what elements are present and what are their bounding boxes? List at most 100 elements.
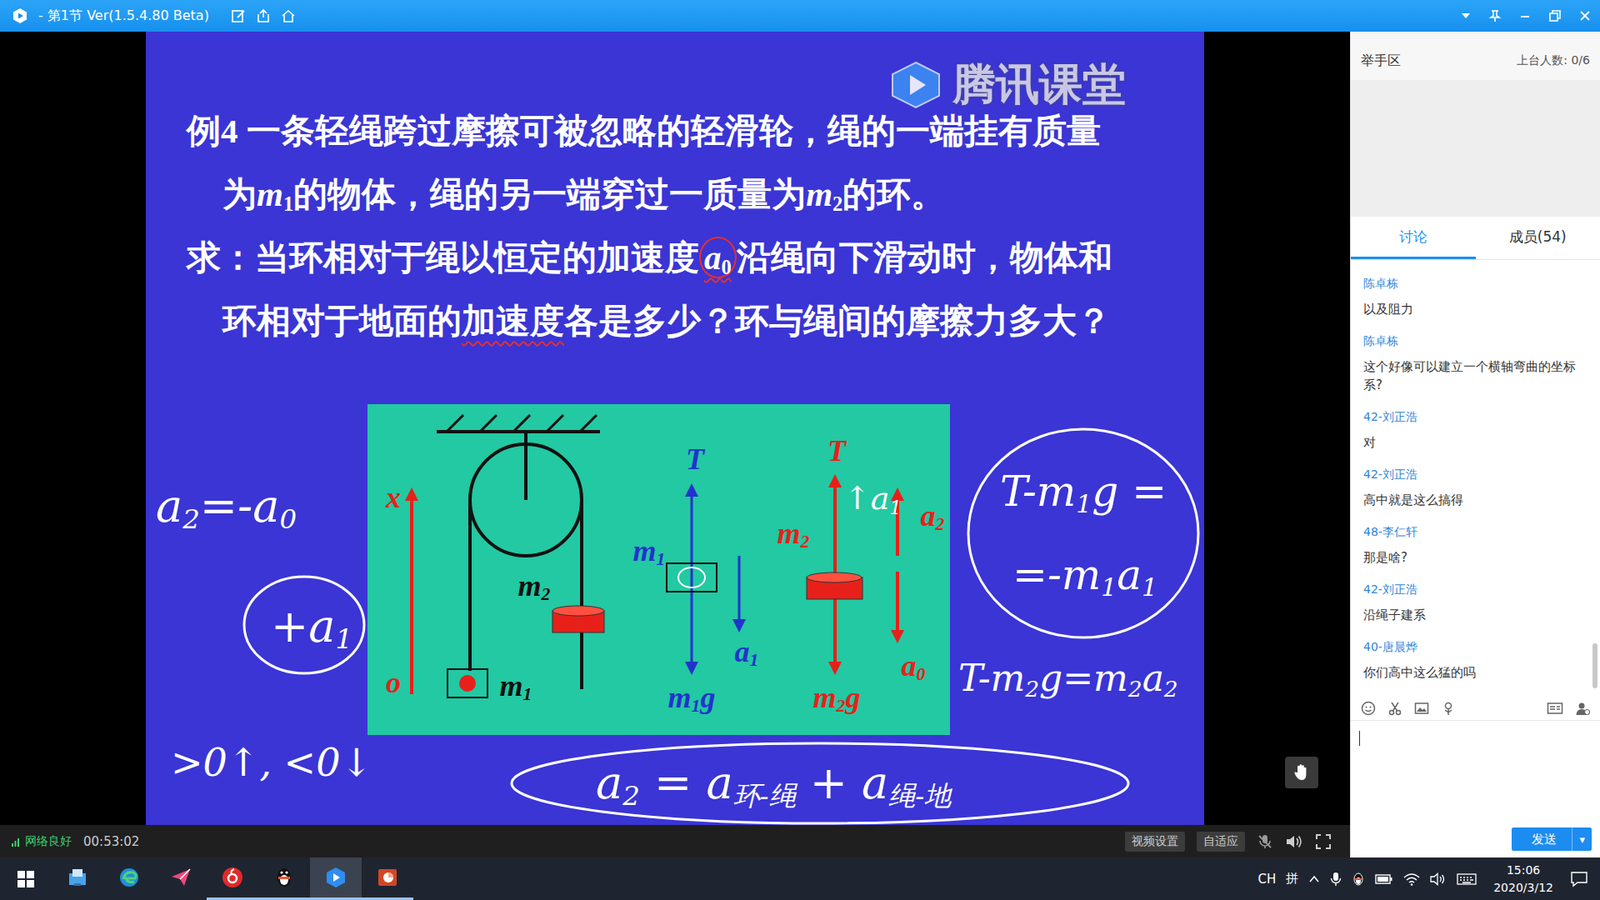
send-menu[interactable]: ▾ [1571,827,1592,851]
scissors-icon[interactable] [1387,700,1403,716]
card-icon[interactable] [1546,700,1564,716]
sender-name[interactable]: 42-刘正浩 [1363,580,1587,598]
shape [580,415,597,432]
scrollbar-thumb[interactable] [1592,643,1598,689]
netease-icon [220,865,245,890]
shape [1365,706,1368,709]
minimize-icon[interactable] [1518,9,1532,23]
keyboard-icon[interactable] [1456,872,1477,886]
flower-icon[interactable] [1440,700,1456,716]
handwritten-note: a2 = a环-绳 + a绳-地 [595,758,951,808]
label-subscript: 2 [541,584,551,605]
sender-name[interactable]: 42-刘正浩 [1363,408,1587,425]
stage-count: 上台人数: 0/6 [1516,53,1590,69]
shape [436,430,600,434]
side-tabs: 讨论 成员(54) [1350,216,1600,260]
note-text: = a [640,756,734,810]
chat-input[interactable] [1350,720,1600,821]
side-tab[interactable]: 成员(54) [1475,216,1600,260]
qq-tray-icon[interactable] [1351,871,1365,887]
diagram-label: T [685,444,705,475]
send-label[interactable]: 发送 [1511,827,1572,851]
note-subscript: 2 [182,503,200,535]
slide: 例4 一条轻绳跨过摩擦可被忽略的轻滑轮，绳的一端挂有质量为m1的物体，绳的另一端… [145,31,1205,825]
taskbar-app[interactable] [206,857,259,900]
label-symbol: m [500,669,524,703]
share-icon[interactable] [255,8,271,24]
battery-icon[interactable] [1375,873,1394,885]
input-language[interactable]: CH [1257,871,1276,887]
note-subscript: 2 [622,780,640,812]
sender-name[interactable]: 陈卓栋 [1363,275,1587,292]
label-subscript: 2 [836,695,846,716]
shape [895,571,900,632]
notification-icon[interactable] [1570,870,1589,888]
chat-message: 42-刘正浩对 [1363,408,1587,452]
edge-icon [117,865,141,890]
text-run: 环相对于地面的 [222,301,462,340]
shape [282,10,295,22]
shape [26,880,35,888]
note-text: T-m [958,656,1025,700]
input-method[interactable]: 拼 [1285,870,1299,887]
close-icon[interactable] [1578,9,1592,23]
shape [1550,13,1558,21]
shape [1416,707,1427,712]
tab-label: 成员(54) [1509,227,1567,247]
edit-icon[interactable] [230,8,246,24]
volume-icon[interactable] [1285,833,1304,850]
math-symbol: m [256,175,284,214]
slide-line: 求：当环相对于绳以恒定的加速度a0沿绳向下滑动时，物体和 [145,225,1205,290]
video-column: 例4 一条轻绳跨过摩擦可被忽略的轻滑轮，绳的一端挂有质量为m1的物体，绳的另一端… [0,31,1350,858]
taskbar-app[interactable] [51,857,104,900]
shape [232,10,243,22]
shape [1550,706,1560,710]
video-button[interactable]: 自适应 [1196,831,1245,852]
chevron-up-icon[interactable] [1308,873,1320,885]
diagram-label: m2 [518,570,551,601]
video-button[interactable]: 视频设置 [1125,831,1185,852]
clock[interactable]: 15:062020/3/12 [1486,861,1560,897]
label-symbol: T [827,434,846,468]
side-tab[interactable]: 讨论 [1350,216,1476,260]
restore-icon[interactable] [1548,9,1562,23]
shape [1430,873,1438,885]
fullscreen-icon[interactable] [1315,833,1332,850]
taskbar-app[interactable] [310,857,362,900]
label-subscript: 2 [935,514,945,535]
wifi-icon[interactable] [1403,872,1420,886]
diagram-label: m1g [668,682,716,713]
taskbar-app[interactable] [258,857,310,900]
start-button[interactable] [0,857,52,900]
pin-icon[interactable] [1488,9,1502,23]
note-subscript: 绳-地 [888,780,951,812]
sender-name[interactable]: 42-刘正浩 [1363,465,1587,483]
label-symbol: o [385,665,401,700]
dropdown-icon[interactable] [1460,10,1472,22]
label-symbol: m [668,680,692,715]
send-button[interactable]: 发送▾ [1511,827,1592,851]
sender-name[interactable]: 40-唐晨烨 [1363,638,1587,655]
sender-name[interactable]: 48-李仁轩 [1363,523,1587,540]
taskbar-app[interactable] [361,857,414,900]
image-icon[interactable] [1414,700,1430,716]
shape [910,75,926,95]
label-subscript: 0 [916,664,926,685]
shape [171,869,190,886]
emoji-icon[interactable] [1360,700,1376,716]
shape [244,576,365,674]
home-icon[interactable] [280,8,296,24]
shape [732,619,746,633]
math-term: a0 [699,236,737,279]
taskbar-app[interactable] [103,857,155,900]
label-symbol: x [385,480,401,515]
person-icon[interactable] [1575,700,1590,716]
shape [678,567,705,588]
taskbar-app[interactable] [155,857,207,900]
volume-tray-icon[interactable] [1430,872,1447,886]
raise-hand-button[interactable] [1285,756,1319,789]
mic-icon[interactable] [1256,833,1274,850]
mic-tray-icon[interactable] [1330,871,1342,887]
shape [480,415,497,432]
sender-name[interactable]: 陈卓栋 [1363,332,1587,350]
